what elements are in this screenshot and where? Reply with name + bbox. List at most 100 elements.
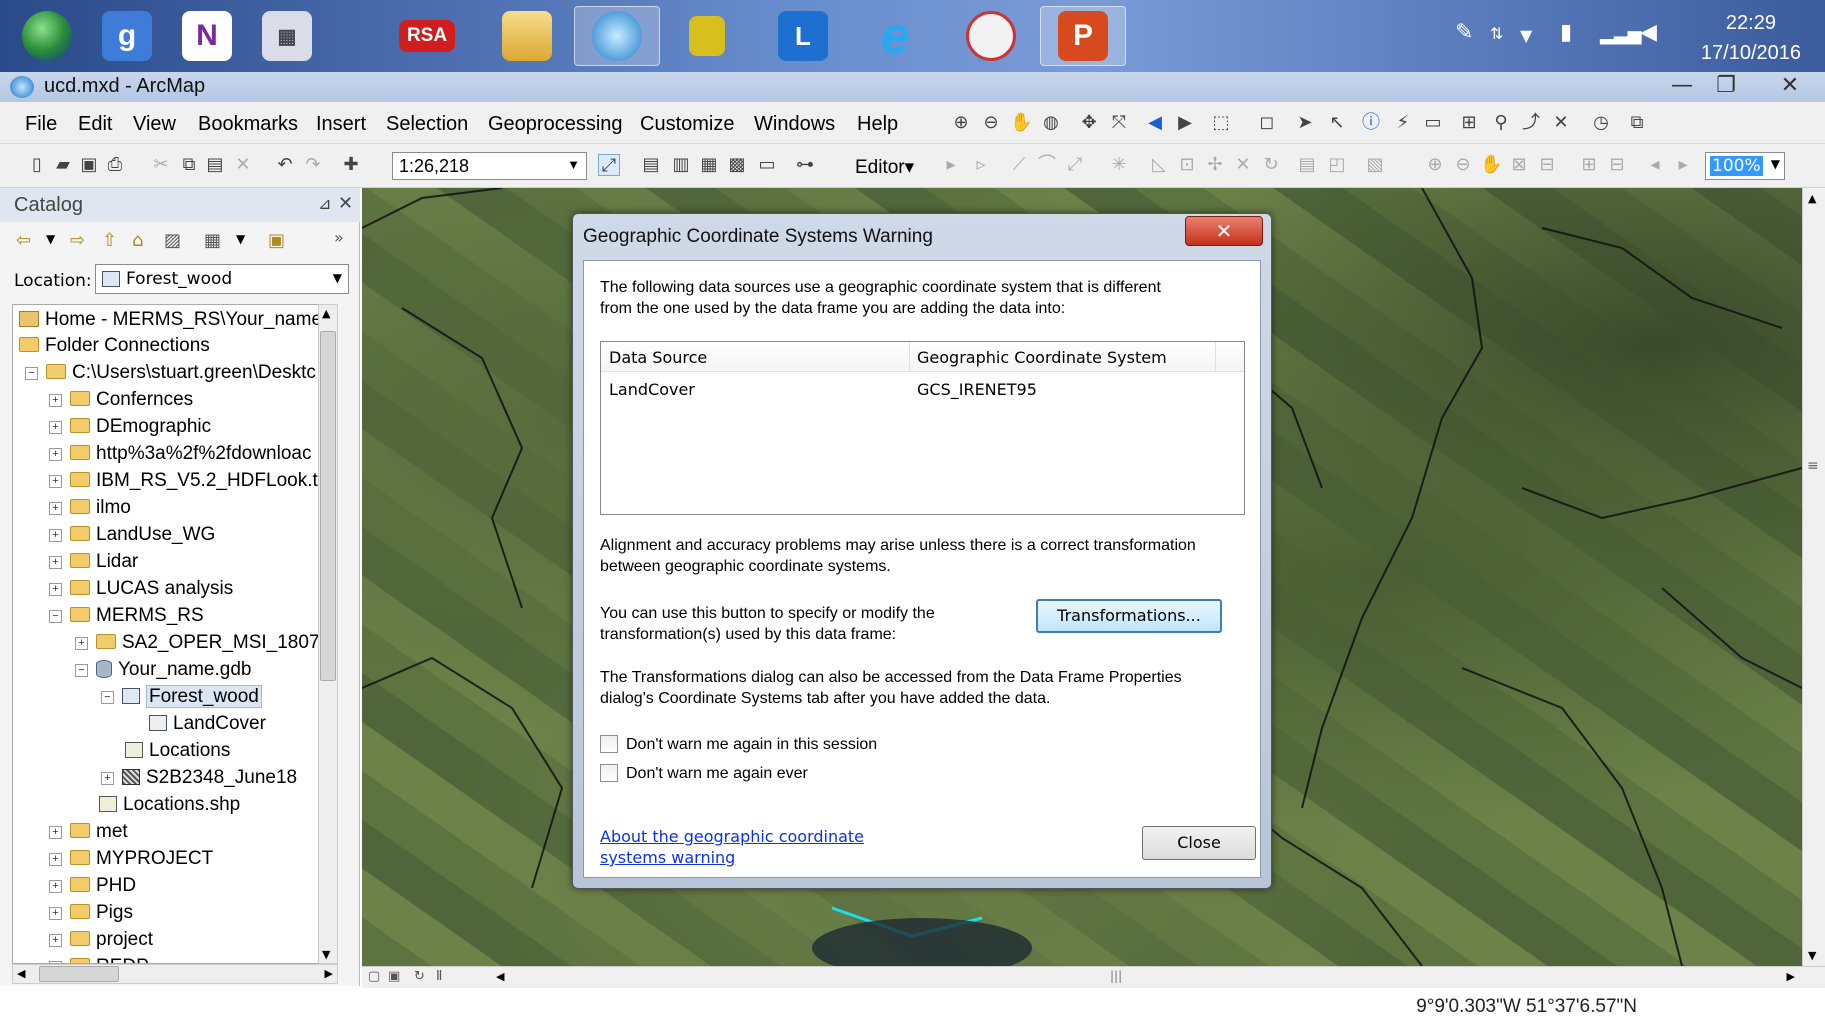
calculator-icon[interactable]: ▦ [252, 6, 322, 66]
tree-vertical-scrollbar[interactable]: ▲ ▼ [318, 304, 338, 964]
search-window-icon[interactable]: ▦ [698, 154, 720, 176]
scroll-left-icon[interactable]: ◀ [496, 970, 504, 983]
menu-geoprocessing[interactable]: Geoprocessing [488, 113, 623, 136]
python-window-icon[interactable]: ▭ [756, 154, 778, 176]
menu-insert[interactable]: Insert [316, 113, 366, 136]
edit-tool-icon[interactable]: ▸ [940, 154, 962, 176]
point-icon[interactable]: ✳ [1108, 154, 1130, 176]
location-combobox[interactable]: Forest_wood ▼ [95, 264, 349, 294]
add-data-icon[interactable]: ✚ [340, 154, 362, 176]
tree-item-home[interactable]: Home - MERMS_RS\Your_name [19, 309, 322, 335]
tree-item-landcover[interactable]: LandCover [149, 713, 266, 739]
fixed-zoom-out-icon[interactable]: ⤧ [1108, 112, 1130, 134]
tree-scroll-thumb[interactable] [320, 331, 336, 681]
scroll-right-icon[interactable]: ▶ [325, 967, 333, 980]
file-explorer-icon[interactable] [492, 6, 562, 66]
cell-data-source[interactable]: LandCover [609, 380, 695, 399]
expand-icon[interactable]: + [49, 394, 62, 407]
lock-icon[interactable] [672, 6, 742, 66]
column-divider[interactable] [909, 342, 910, 372]
zoom-100-icon[interactable]: ⊟ [1536, 154, 1558, 176]
data-source-grid[interactable]: Data Source Geographic Coordinate System… [600, 341, 1245, 515]
pin-icon[interactable]: ⊿ [318, 194, 331, 213]
expand-icon[interactable]: + [49, 826, 62, 839]
fixed-zoom-in-layout-icon[interactable]: ⊞ [1578, 154, 1600, 176]
tree-item-ibm-rs[interactable]: + IBM_RS_V5.2_HDFLook.ta [49, 470, 328, 496]
menu-view[interactable]: View [133, 113, 176, 136]
layout-view-icon[interactable]: ▣ [388, 969, 400, 984]
tree-item-locations-shp[interactable]: Locations.shp [99, 794, 240, 820]
pan-hand-icon[interactable]: ✋ [1010, 112, 1032, 134]
expand-icon[interactable]: + [49, 853, 62, 866]
battery-icon[interactable]: ▮ [1560, 20, 1572, 45]
lync-icon[interactable]: L [768, 6, 838, 66]
about-link-line-1[interactable]: About the geographic coordinate [600, 826, 864, 847]
window-close-button[interactable]: ✕ [1768, 72, 1812, 100]
tree-item-sa2-oper[interactable]: + SA2_OPER_MSI_180720 [75, 632, 329, 658]
menu-windows[interactable]: Windows [754, 113, 835, 136]
powerpoint-icon[interactable]: P [1040, 6, 1126, 66]
dont-warn-ever-checkbox[interactable] [600, 764, 618, 782]
go-to-xy-icon[interactable]: ✕ [1550, 112, 1572, 134]
previous-extent-layout-icon[interactable]: ◂ [1644, 154, 1666, 176]
expand-icon[interactable]: + [75, 637, 88, 650]
zoom-out-icon[interactable]: ⊖ [980, 112, 1002, 134]
tree-horizontal-scrollbar[interactable]: ◀ ▶ [12, 964, 338, 984]
layout-zoom-out-icon[interactable]: ⊖ [1452, 154, 1474, 176]
arctoolbox-icon[interactable]: ▩ [726, 154, 748, 176]
tray-expand-icon[interactable]: ▼ [1520, 26, 1532, 45]
tree-item-desktop[interactable]: − C:\Users\stuart.green\Desktc [25, 362, 316, 388]
network-sync-icon[interactable]: ⇅ [1490, 24, 1503, 43]
delete-icon[interactable]: ✕ [232, 154, 254, 176]
scroll-down-icon[interactable]: ▼ [1808, 949, 1816, 962]
views-dropdown-icon[interactable]: ▼ [236, 232, 245, 246]
catalog-close-icon[interactable]: ✕ [338, 193, 353, 214]
expand-icon[interactable]: + [49, 421, 62, 434]
back-dropdown-icon[interactable]: ▼ [46, 232, 55, 246]
home-icon[interactable]: ⌂ [132, 230, 143, 251]
up-one-level-icon[interactable]: ⇧ [102, 230, 117, 251]
hyperlink-icon[interactable]: ⚡ [1392, 112, 1414, 134]
paste-icon[interactable]: ▤ [204, 154, 226, 176]
tree-item-demographic[interactable]: + DEmographic [49, 416, 211, 442]
trace-icon[interactable]: ⤢ [1064, 154, 1086, 176]
collapse-icon[interactable]: − [49, 610, 62, 623]
create-features-icon[interactable]: ▧ [1364, 154, 1386, 176]
sketch-properties-icon[interactable]: ◰ [1326, 154, 1348, 176]
menu-help[interactable]: Help [857, 113, 898, 136]
select-features-icon[interactable]: ⬚ [1210, 112, 1232, 134]
menu-selection[interactable]: Selection [386, 113, 468, 136]
tree-item-your-name-gdb[interactable]: − Your_name.gdb [75, 659, 251, 685]
scroll-right-icon[interactable]: ▶ [1787, 970, 1795, 983]
close-button[interactable]: Close [1142, 826, 1256, 860]
pointer-icon[interactable]: ↖ [1326, 112, 1348, 134]
copy-icon[interactable]: ⧉ [178, 154, 200, 176]
layout-zoom-in-icon[interactable]: ⊕ [1424, 154, 1446, 176]
open-icon[interactable]: ▰ [52, 154, 74, 176]
table-of-contents-icon[interactable]: ▤ [640, 154, 662, 176]
tree-item-folder-connections[interactable]: Folder Connections [19, 335, 210, 361]
expand-icon[interactable]: + [49, 475, 62, 488]
expand-icon[interactable]: + [49, 502, 62, 515]
tree-item-myproject[interactable]: + MYPROJECT [49, 848, 213, 874]
save-icon[interactable]: ▣ [78, 154, 100, 176]
layout-pan-icon[interactable]: ✋ [1480, 154, 1502, 176]
scroll-up-icon[interactable]: ▲ [1808, 192, 1816, 205]
column-header-gcs[interactable]: Geographic Coordinate System [917, 348, 1167, 367]
map-scale-combobox[interactable]: 1:26,218 ▼ [392, 152, 587, 180]
menu-customize[interactable]: Customize [640, 113, 734, 136]
views-icon[interactable]: ▦ [204, 230, 221, 251]
tree-hscroll-thumb[interactable] [39, 966, 119, 982]
find-binoculars-icon[interactable]: ⚲ [1490, 112, 1512, 134]
expand-icon[interactable]: + [101, 772, 114, 785]
connect-folder-icon[interactable]: ▨ [164, 230, 181, 251]
print-icon[interactable]: ⎙ [104, 154, 126, 176]
dont-warn-session-checkbox[interactable] [600, 735, 618, 753]
layout-zoom-combobox[interactable]: 100% ▼ [1705, 152, 1785, 180]
cut-polygons-icon[interactable]: ✢ [1204, 154, 1226, 176]
google-icon[interactable]: g [92, 6, 162, 66]
find-route-icon[interactable]: ⤴ [1520, 112, 1542, 134]
tree-item-forest-wood[interactable]: − Forest_wood [101, 685, 262, 712]
signal-icon[interactable]: ▂▃▅ [1600, 24, 1642, 45]
transformations-button[interactable]: Transformations... [1036, 599, 1222, 633]
